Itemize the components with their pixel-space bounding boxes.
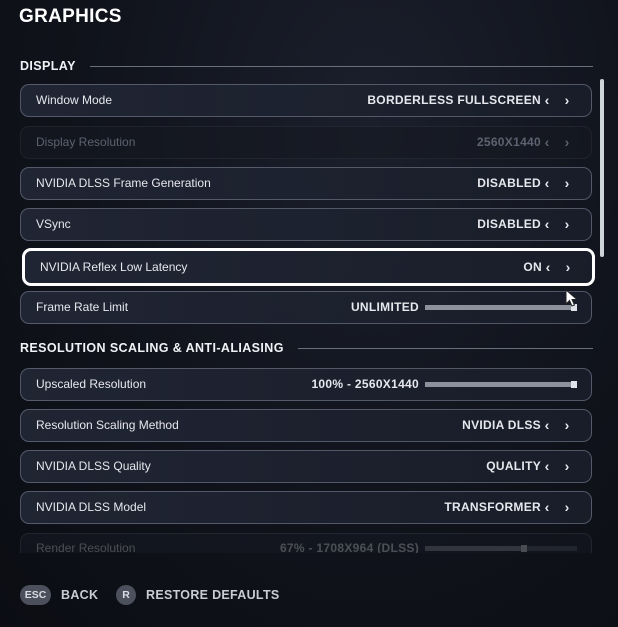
restore-defaults-label: RESTORE DEFAULTS: [146, 588, 280, 602]
mouse-cursor-icon: [565, 289, 579, 307]
setting-label: Window Mode: [36, 93, 113, 107]
chevron-right-icon[interactable]: ›: [560, 85, 574, 116]
setting-dlss-quality[interactable]: NVIDIA DLSS Quality QUALITY ‹ ›: [20, 450, 592, 483]
chevron-right-icon[interactable]: ›: [560, 492, 574, 523]
section-label: DISPLAY: [20, 59, 76, 73]
setting-vsync[interactable]: VSync DISABLED ‹ ›: [20, 208, 592, 241]
chevron-left-icon[interactable]: ‹: [541, 251, 555, 283]
setting-value: DISABLED: [477, 217, 541, 231]
setting-label: NVIDIA Reflex Low Latency: [40, 260, 188, 274]
setting-label: NVIDIA DLSS Quality: [36, 459, 151, 473]
setting-value: DISABLED: [477, 176, 541, 190]
chevron-right-icon[interactable]: ›: [560, 168, 574, 199]
setting-reflex-low-latency[interactable]: NVIDIA Reflex Low Latency ON ‹ ›: [22, 248, 595, 286]
setting-label: Frame Rate Limit: [36, 300, 129, 314]
page-title: GRAPHICS: [19, 6, 122, 27]
back-label: BACK: [61, 588, 99, 602]
setting-label: Render Resolution: [36, 541, 136, 553]
setting-value: TRANSFORMER: [444, 500, 541, 514]
chevron-left-icon[interactable]: ‹: [540, 410, 554, 441]
slider-handle[interactable]: [571, 381, 577, 388]
chevron-left-icon: ‹: [544, 134, 550, 150]
chevron-left-icon[interactable]: ‹: [540, 209, 554, 240]
setting-resolution-scaling-method[interactable]: Resolution Scaling Method NVIDIA DLSS ‹ …: [20, 409, 592, 442]
r-key-icon: R: [116, 585, 136, 605]
slider-fill: [425, 382, 577, 387]
chevron-left-icon[interactable]: ‹: [540, 451, 554, 482]
section-label: RESOLUTION SCALING & ANTI-ALIASING: [20, 341, 284, 355]
setting-label: Upscaled Resolution: [36, 377, 147, 391]
setting-upscaled-resolution[interactable]: Upscaled Resolution 100% - 2560X1440: [20, 368, 592, 401]
setting-value: QUALITY: [486, 459, 541, 473]
setting-render-resolution[interactable]: Render Resolution 67% - 1708X964 (DLSS): [20, 533, 592, 553]
chevron-right-icon[interactable]: ›: [561, 251, 575, 283]
slider-handle[interactable]: [520, 545, 527, 552]
slider-fill: [425, 305, 577, 310]
back-button[interactable]: ESC BACK: [20, 584, 98, 606]
section-divider: [89, 65, 593, 67]
setting-value: UNLIMITED: [350, 300, 419, 314]
setting-value: ON: [523, 260, 542, 274]
esc-key-icon: ESC: [20, 585, 51, 605]
chevron-left-icon[interactable]: ‹: [540, 168, 554, 199]
scrollbar-thumb[interactable]: [600, 79, 604, 257]
setting-label: NVIDIA DLSS Model: [36, 500, 147, 514]
setting-window-mode[interactable]: Window Mode BORDERLESS FULLSCREEN ‹ ›: [20, 84, 592, 117]
setting-display-resolution: Display Resolution 2560X1440 ‹ ›: [20, 126, 592, 159]
chevron-right-icon[interactable]: ›: [560, 209, 574, 240]
chevron-right-icon[interactable]: ›: [560, 451, 574, 482]
section-header-resolution-scaling: RESOLUTION SCALING & ANTI-ALIASING: [20, 338, 593, 358]
chevron-right-icon: ›: [564, 134, 570, 150]
restore-defaults-button[interactable]: R RESTORE DEFAULTS: [116, 584, 280, 606]
chevron-left-icon[interactable]: ‹: [540, 492, 554, 523]
chevron-left-icon[interactable]: ‹: [540, 85, 554, 116]
setting-value: 67% - 1708X964 (DLSS): [279, 541, 419, 553]
setting-value: BORDERLESS FULLSCREEN: [367, 93, 541, 107]
setting-label: NVIDIA DLSS Frame Generation: [36, 176, 211, 190]
setting-label: Display Resolution: [36, 135, 136, 149]
section-header-display: DISPLAY: [20, 56, 593, 76]
slider-fill: [425, 546, 527, 551]
frame-rate-slider[interactable]: [425, 304, 577, 311]
setting-value: 100% - 2560X1440: [311, 377, 419, 391]
render-resolution-slider[interactable]: [425, 545, 577, 552]
section-divider: [297, 347, 593, 349]
setting-label: VSync: [36, 217, 71, 231]
setting-frame-rate-limit[interactable]: Frame Rate Limit UNLIMITED: [20, 291, 592, 324]
setting-dlss-frame-generation[interactable]: NVIDIA DLSS Frame Generation DISABLED ‹ …: [20, 167, 592, 200]
chevron-right-icon[interactable]: ›: [560, 410, 574, 441]
setting-dlss-model[interactable]: NVIDIA DLSS Model TRANSFORMER ‹ ›: [20, 491, 592, 524]
setting-value: NVIDIA DLSS: [462, 418, 541, 432]
upscaled-resolution-slider[interactable]: [425, 381, 577, 388]
setting-label: Resolution Scaling Method: [36, 418, 179, 432]
setting-value: 2560X1440: [476, 135, 541, 149]
